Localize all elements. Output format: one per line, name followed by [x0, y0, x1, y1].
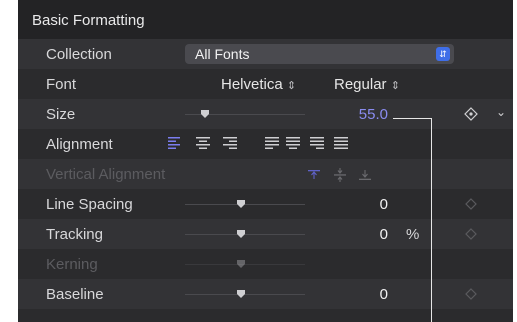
collection-value: All Fonts [195, 46, 250, 62]
line-spacing-row: Line Spacing 0 [18, 189, 513, 219]
align-left-icon[interactable] [168, 137, 180, 149]
collection-select[interactable]: All Fonts ⇵ [185, 44, 454, 64]
baseline-value[interactable]: 0 [318, 286, 388, 303]
align-middle-icon[interactable] [334, 168, 346, 182]
font-style-popup[interactable]: Regular ⇕ [334, 76, 400, 93]
section-title: Basic Formatting [32, 12, 145, 29]
font-row: Font Helvetica ⇕ Regular ⇕ [18, 69, 513, 99]
text-inspector-panel: Basic Formatting Collection All Fonts ⇵ … [18, 0, 513, 322]
collection-label: Collection [46, 46, 112, 63]
line-spacing-slider-knob[interactable] [236, 199, 246, 209]
baseline-label: Baseline [46, 286, 104, 303]
diamond-icon[interactable] [464, 227, 478, 241]
diamond-icon[interactable] [464, 287, 478, 301]
kerning-slider-knob [236, 259, 246, 269]
tracking-value[interactable]: 0 [318, 226, 388, 243]
alignment-row: Alignment [18, 129, 513, 159]
up-down-chevron-icon[interactable]: ⇵ [436, 47, 450, 61]
baseline-slider-knob[interactable] [236, 289, 246, 299]
align-right-icon[interactable] [223, 137, 237, 149]
size-label: Size [46, 106, 76, 123]
size-slider-knob[interactable] [200, 109, 210, 119]
tracking-unit: % [406, 226, 420, 243]
align-top-icon[interactable] [308, 170, 320, 180]
size-row: Size 55.0 ⌄ [18, 99, 513, 129]
line-spacing-label: Line Spacing [46, 196, 133, 213]
up-down-chevron-icon: ⇕ [390, 80, 400, 92]
vertical-alignment-row: Vertical Alignment [18, 159, 513, 189]
kerning-row: Kerning [18, 249, 513, 279]
align-bottom-icon[interactable] [359, 170, 371, 180]
callout-line-vertical [431, 118, 432, 322]
justify-full-icon[interactable] [334, 137, 348, 149]
size-value[interactable]: 55.0 [318, 106, 388, 123]
section-header: Basic Formatting [18, 0, 513, 39]
font-family-popup[interactable]: Helvetica ⇕ [221, 76, 296, 93]
font-family-value: Helvetica [221, 76, 283, 93]
line-spacing-value[interactable]: 0 [318, 196, 388, 213]
tracking-row: Tracking 0 % [18, 219, 513, 249]
justify-right-icon[interactable] [310, 137, 324, 149]
tracking-label: Tracking [46, 226, 103, 243]
collection-row: Collection All Fonts ⇵ [18, 39, 513, 69]
chevron-down-icon[interactable]: ⌄ [496, 105, 506, 119]
vertical-alignment-label: Vertical Alignment [46, 166, 166, 183]
alignment-label: Alignment [46, 136, 113, 153]
font-style-value: Regular [334, 76, 387, 93]
tracking-slider-knob[interactable] [236, 229, 246, 239]
font-label: Font [46, 76, 77, 93]
align-center-icon[interactable] [196, 137, 210, 149]
callout-line-horizontal [393, 118, 431, 119]
kerning-label: Kerning [46, 256, 98, 273]
diamond-icon[interactable] [464, 107, 478, 121]
justify-center-icon[interactable] [286, 137, 300, 149]
baseline-row: Baseline 0 [18, 279, 513, 309]
diamond-icon[interactable] [464, 197, 478, 211]
up-down-chevron-icon: ⇕ [286, 80, 297, 92]
justify-left-icon[interactable] [265, 137, 279, 149]
